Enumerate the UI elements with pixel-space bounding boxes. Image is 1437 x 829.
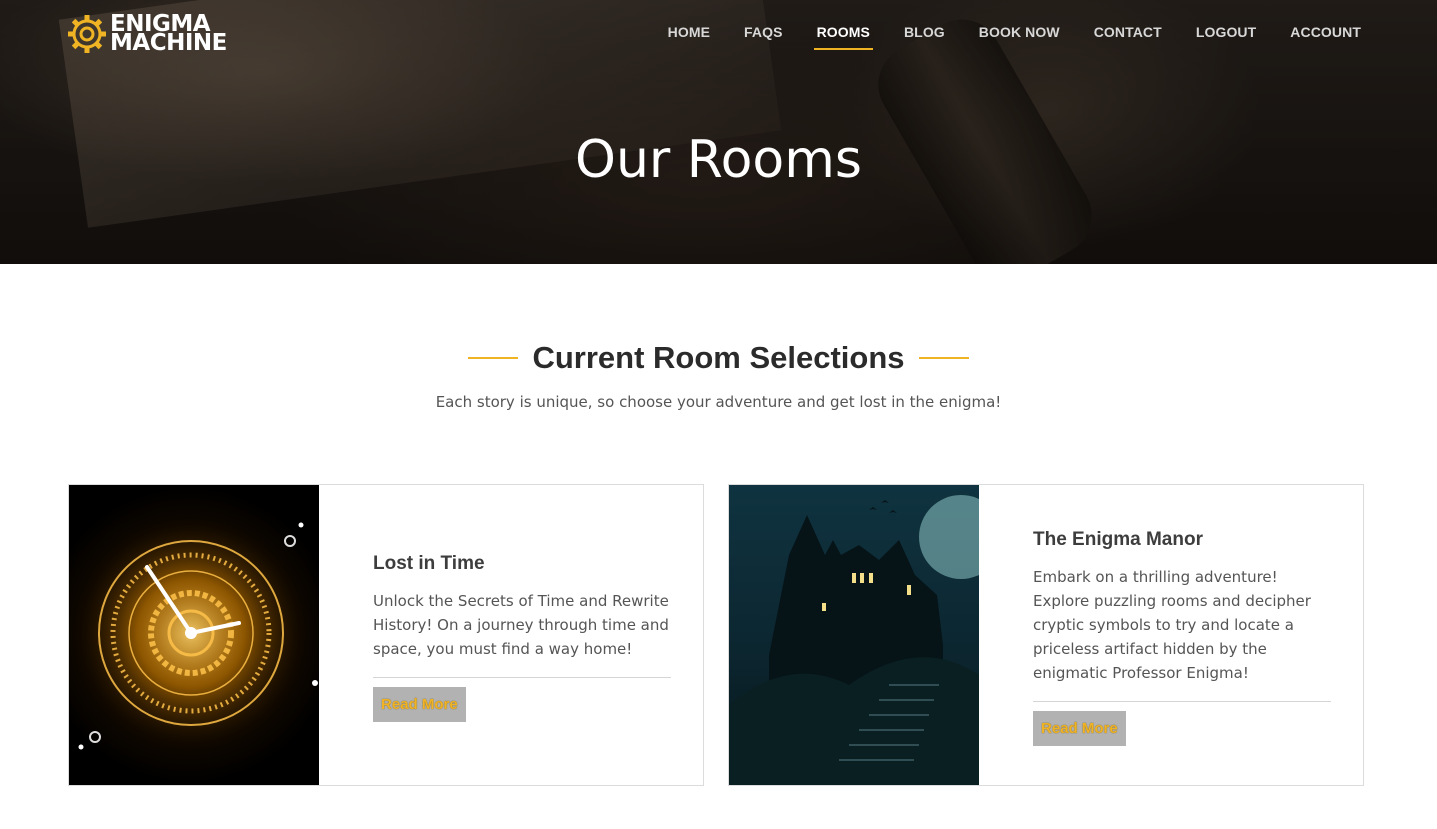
room-card-content: The Enigma Manor Embark on a thrilling a… [1033,529,1331,746]
room-card-enigma-manor: The Enigma Manor Embark on a thrilling a… [728,484,1364,786]
clock-image[interactable] [69,485,319,785]
room-description: Unlock the Secrets of Time and Rewrite H… [373,592,669,658]
manor-illustration [729,495,979,785]
read-more-button[interactable]: Read More [1033,711,1126,746]
section-subtitle: Each story is unique, so choose your adv… [435,393,1002,411]
clock-illustration [71,513,318,753]
logo-wordmark: ENIGMA MACHINE [110,13,227,56]
read-more-button[interactable]: Read More [373,687,466,722]
page-title: Our Rooms [575,130,862,190]
room-divider [373,677,671,678]
nav-faqs[interactable]: FAQS [744,24,783,50]
nav-blog[interactable]: BLOG [904,24,945,50]
logo-line-2: MACHINE [110,30,227,56]
room-description: Embark on a thrilling adventure! Explore… [1033,568,1311,682]
nav-logout[interactable]: LOGOUT [1196,24,1256,50]
section-header: Current Room Selections [0,340,1437,376]
room-divider [1033,701,1331,702]
hero-banner: ENIGMA MACHINE HOME FAQS ROOMS BLOG BOOK… [0,0,1437,264]
room-title[interactable]: The Enigma Manor [1033,529,1331,551]
nav-book-now[interactable]: BOOK NOW [979,24,1060,50]
nav-rooms[interactable]: ROOMS [813,24,874,50]
haunted-manor-image[interactable] [729,485,979,785]
site-logo[interactable]: ENIGMA MACHINE [66,13,227,55]
nav-account[interactable]: ACCOUNT [1290,24,1361,50]
nav-home[interactable]: HOME [668,24,710,50]
main-nav: HOME FAQS ROOMS BLOG BOOK NOW CONTACT LO… [634,24,1361,50]
section-rule-right [918,357,969,359]
gear-icon [68,15,106,53]
nav-contact[interactable]: CONTACT [1094,24,1162,50]
section-title: Current Room Selections [532,340,905,375]
room-title[interactable]: Lost in Time [373,553,671,575]
room-card-lost-in-time: Lost in Time Unlock the Secrets of Time … [68,484,704,786]
section-rule-left [468,357,519,359]
room-card-content: Lost in Time Unlock the Secrets of Time … [373,553,671,722]
